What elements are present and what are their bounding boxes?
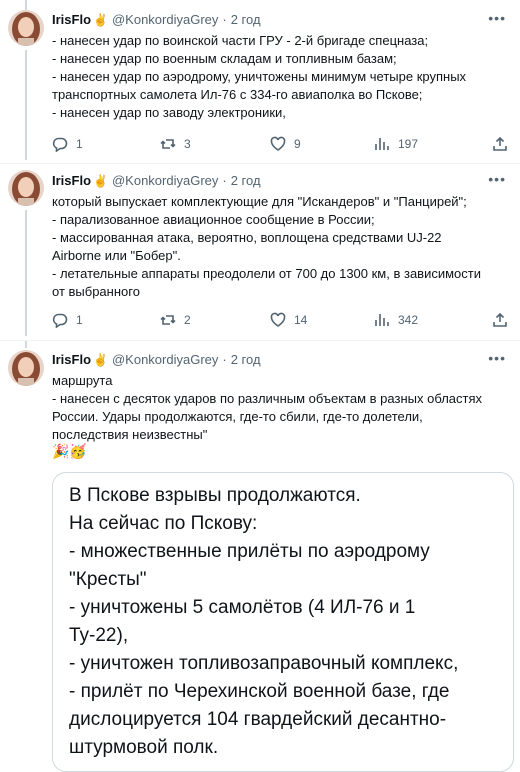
tweet-text-line: - массированная атака, вероятно, воплоще… [52,230,442,245]
views-button[interactable]: 197 [374,136,418,152]
share-icon [493,136,507,151]
tweet-text-line: - нанесен с десяток ударов по различным … [52,391,482,406]
quote-line: дислоцируется 104 гвардейский десантно- [69,709,447,730]
tweet-text-line: последствия неизвестны" [52,427,208,442]
tweet-text-line: - парализованное авиационное сообщение в… [52,212,375,227]
timestamp[interactable]: 2 год [231,173,261,188]
retweet-count: 2 [184,313,191,327]
views-chart-icon [375,314,389,326]
tweet-header: IrisFlo ✌️ @KonkordiyaGrey · 2 год [52,12,261,27]
tweet-text-line: - нанесен удар по аэродрому, уничтожены … [52,69,467,84]
like-count: 14 [294,313,308,327]
separator-dot: · [222,352,227,367]
tweet-text-line: - нанесен удар по заводу электроники, [52,105,286,120]
tweet-text-line: маршрута [52,373,113,388]
author-handle[interactable]: @KonkordiyaGrey [112,352,218,367]
separator-dot: · [222,12,227,27]
tweet-text-line: Airborne или "Бобер". [52,248,181,263]
quote-line: - уничтожены 5 самолётов (4 ИЛ-76 и 1 [69,597,416,618]
quote-line: На сейчас по Пскову: [69,513,258,534]
more-horizontal-icon[interactable]: ••• [488,171,506,187]
reply-count: 1 [76,313,83,327]
retweet-count: 3 [184,137,191,151]
avatar[interactable] [8,170,44,206]
tweet-text-line: России. Удары продолжаются, где-то сбили… [52,409,423,424]
like-button[interactable]: 9 [270,136,301,152]
thread-line [25,0,27,10]
avatar[interactable] [8,350,44,386]
share-button[interactable] [492,136,508,152]
like-button[interactable]: 14 [270,312,307,328]
quoted-text-card[interactable]: В Пскове взрывы продолжаются. На сейчас … [52,472,514,772]
quote-line: Ту-22), [69,625,129,646]
party-emoji: 🎉🥳 [52,443,87,459]
views-count: 197 [398,137,419,151]
author-handle[interactable]: @KonkordiyaGrey [112,12,218,27]
action-bar: 1 2 14 342 [52,312,512,330]
heart-icon [270,136,286,151]
reply-button[interactable]: 1 [52,136,83,152]
share-icon [493,312,507,327]
timestamp[interactable]: 2 год [231,12,261,27]
timestamp[interactable]: 2 год [231,352,261,367]
avatar[interactable] [8,10,44,46]
views-button[interactable]: 342 [374,312,418,328]
tweet-header: IrisFlo ✌️ @KonkordiyaGrey · 2 год [52,173,261,188]
more-horizontal-icon[interactable]: ••• [488,10,506,26]
heart-icon [270,312,286,327]
separator-dot: · [222,173,227,188]
thread-line [25,210,27,336]
like-count: 9 [294,137,301,151]
views-count: 342 [398,313,419,327]
tweet-text-line: транспортных самолета Ил-76 с 334-го ави… [52,87,423,102]
share-button[interactable] [492,312,508,328]
tweet-header: IrisFlo ✌️ @KonkordiyaGrey · 2 год [52,352,261,367]
reply-button[interactable]: 1 [52,312,83,328]
tweet-text-line: - летательные аппараты преодолели от 700… [52,266,481,281]
reply-icon [52,137,68,152]
retweet-button[interactable]: 2 [160,312,191,328]
quote-line: - прилёт по Черехинской военной базе, гд… [69,681,450,702]
quote-line: штурмовой полк. [69,737,219,758]
quote-line: - уничтожен топливозаправочный комплекс, [69,653,459,674]
more-horizontal-icon[interactable]: ••• [488,350,506,366]
peace-emoji: ✌️ [93,173,108,188]
tweet-text-line: который выпускает комплектующие для "Иск… [52,194,467,209]
tweet-text-line: - нанесен удар по воинской части ГРУ - 2… [52,33,429,48]
reply-icon [52,313,68,328]
retweet-icon [160,315,176,325]
author-name[interactable]: IrisFlo [52,173,91,188]
avatar-image [8,170,44,206]
views-chart-icon [375,138,389,150]
author-name[interactable]: IrisFlo [52,12,91,27]
avatar-image [8,350,44,386]
avatar-image [8,10,44,46]
thread-line [25,50,27,160]
retweet-button[interactable]: 3 [160,136,191,152]
reply-count: 1 [76,137,83,151]
author-name[interactable]: IrisFlo [52,352,91,367]
quote-line: "Кресты" [69,569,147,590]
action-bar: 1 3 9 197 [52,136,512,154]
divider [0,340,520,341]
peace-emoji: ✌️ [93,12,108,27]
peace-emoji: ✌️ [93,352,108,367]
tweet-text-line: от выбранного [52,284,140,299]
author-handle[interactable]: @KonkordiyaGrey [112,173,218,188]
quote-line: В Пскове взрывы продолжаются. [69,485,361,506]
quote-line: - множественные прилёты по аэродрому [69,541,430,562]
divider [0,163,520,164]
thread-line [25,340,27,348]
retweet-icon [160,139,176,149]
tweet-text-line: - нанесен удар по военным складам и топл… [52,51,397,66]
